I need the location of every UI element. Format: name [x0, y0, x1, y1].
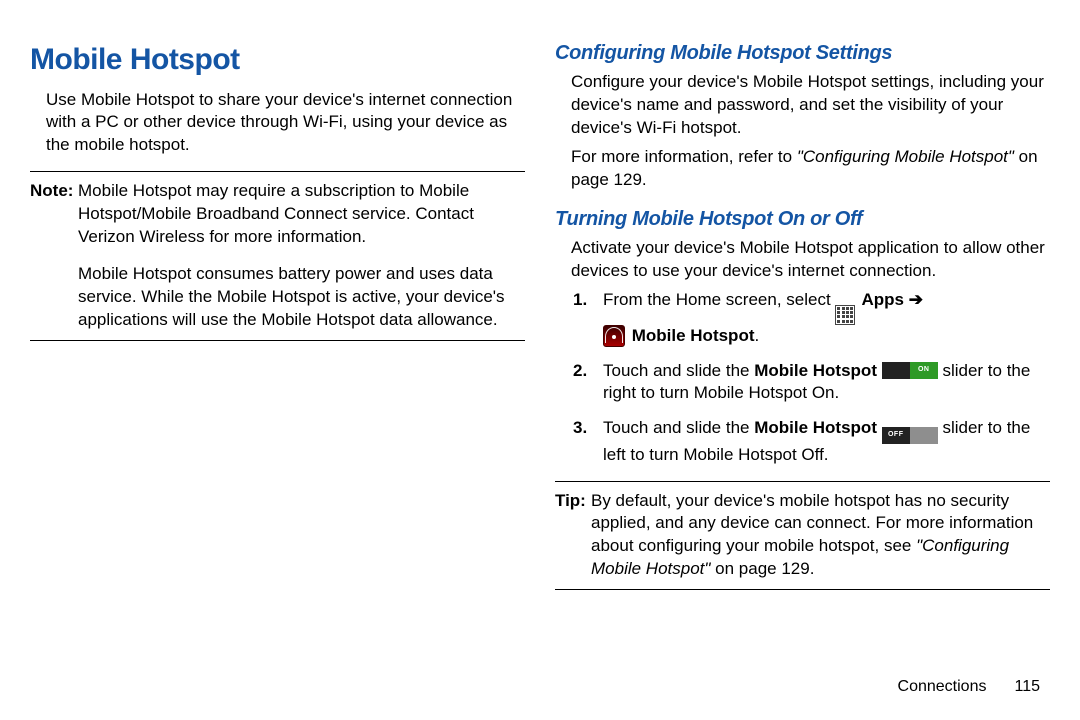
config-paragraph-1: Configure your device's Mobile Hotspot s… [555, 71, 1050, 140]
step-2: Touch and slide the Mobile Hotspot ON sl… [555, 360, 1050, 406]
tip-block: Tip: By default, your device's mobile ho… [555, 481, 1050, 591]
cross-reference: "Configuring Mobile Hotspot" [797, 147, 1014, 166]
tip-label: Tip: [555, 490, 591, 582]
footer-page-number: 115 [1014, 678, 1040, 695]
slider-on-label: ON [910, 362, 938, 379]
note-block: Note: Mobile Hotspot may require a subsc… [30, 171, 525, 341]
slider-on-icon: ON [882, 362, 938, 379]
text-span: For more information, refer to [571, 147, 797, 166]
steps-list: From the Home screen, select Apps ➔ Mobi… [555, 289, 1050, 467]
mobile-hotspot-bold: Mobile Hotspot [754, 361, 877, 380]
arrow-icon: ➔ [909, 290, 923, 309]
left-column: Mobile Hotspot Use Mobile Hotspot to sha… [30, 40, 525, 700]
step-1: From the Home screen, select Apps ➔ Mobi… [555, 289, 1050, 348]
note-paragraph-2: Mobile Hotspot consumes battery power an… [78, 263, 525, 332]
turn-intro-paragraph: Activate your device's Mobile Hotspot ap… [555, 237, 1050, 283]
note-label: Note: [30, 180, 78, 332]
mobile-hotspot-label: Mobile Hotspot [627, 326, 754, 345]
text-span: . [754, 326, 759, 345]
intro-paragraph: Use Mobile Hotspot to share your device'… [30, 89, 525, 158]
mobile-hotspot-bold: Mobile Hotspot [754, 418, 877, 437]
tip-paragraph: By default, your device's mobile hotspot… [591, 490, 1050, 582]
page-footer: Connections 115 [898, 676, 1040, 698]
footer-section: Connections [898, 678, 987, 695]
heading-configuring: Configuring Mobile Hotspot Settings [555, 40, 1050, 67]
slider-off-icon: OFF [882, 427, 938, 444]
mobile-hotspot-icon [603, 325, 625, 347]
text-span: From the Home screen, select [603, 290, 835, 309]
text-span: Touch and slide the [603, 418, 754, 437]
apps-label: Apps [857, 290, 908, 309]
apps-grid-icon [835, 305, 855, 325]
config-paragraph-2: For more information, refer to "Configur… [555, 146, 1050, 192]
heading-turning-on-off: Turning Mobile Hotspot On or Off [555, 206, 1050, 233]
note-paragraph-1: Mobile Hotspot may require a subscriptio… [78, 180, 525, 249]
slider-off-label: OFF [882, 427, 910, 444]
right-column: Configuring Mobile Hotspot Settings Conf… [555, 40, 1050, 700]
page-title: Mobile Hotspot [30, 40, 525, 81]
step-3: Touch and slide the Mobile Hotspot OFF s… [555, 417, 1050, 466]
text-span: Touch and slide the [603, 361, 754, 380]
text-span: on page 129. [710, 559, 814, 578]
